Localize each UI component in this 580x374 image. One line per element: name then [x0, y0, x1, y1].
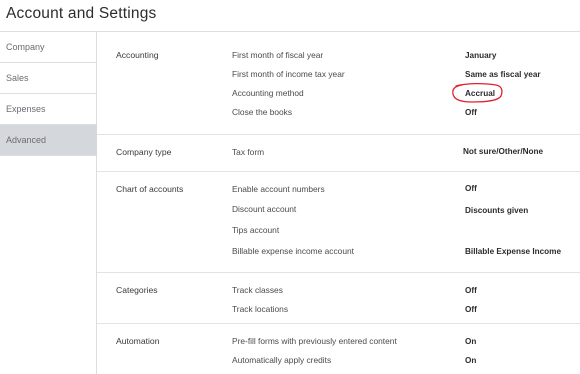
setting-label: Discount account [232, 204, 297, 214]
setting-label: Track locations [232, 304, 289, 314]
categories-section[interactable]: Categories Track classes Off Track locat… [97, 273, 580, 324]
section-label: Categories [116, 285, 158, 295]
setting-label: Track classes [232, 285, 283, 295]
settings-sidebar: Company Sales Expenses Advanced [0, 32, 97, 374]
setting-value: On [465, 337, 477, 346]
accounting-section[interactable]: Accounting First month of fiscal year Ja… [97, 32, 580, 135]
sidebar-item-company[interactable]: Company [0, 32, 97, 63]
setting-value: Off [465, 184, 477, 193]
setting-label: First month of fiscal year [232, 50, 324, 60]
setting-value: Same as fiscal year [465, 70, 541, 79]
sidebar-item-sales[interactable]: Sales [0, 63, 97, 94]
setting-value: Accrual [465, 89, 496, 98]
setting-label: First month of income tax year [232, 69, 345, 79]
setting-label: Billable expense income account [232, 246, 354, 256]
section-label: Chart of accounts [116, 184, 184, 194]
setting-label: Tips account [232, 225, 280, 235]
section-label: Automation [116, 336, 160, 346]
setting-value: Billable Expense Income [465, 247, 562, 256]
section-label: Accounting [116, 50, 159, 60]
setting-value: Off [465, 286, 477, 295]
setting-label: Automatically apply credits [232, 355, 332, 365]
setting-label: Accounting method [232, 88, 304, 98]
chart-of-accounts-section[interactable]: Chart of accounts Enable account numbers… [97, 172, 580, 273]
setting-value: January [465, 51, 497, 60]
company-type-section[interactable]: Company type Tax form Not sure/Other/Non… [97, 135, 580, 172]
setting-label: Enable account numbers [232, 184, 325, 194]
setting-label: Close the books [232, 107, 293, 117]
setting-value: Not sure/Other/None [463, 147, 544, 156]
setting-value: Off [465, 108, 477, 117]
automation-section[interactable]: Automation Pre-fill forms with previousl… [97, 324, 580, 374]
page-title: Account and Settings [6, 5, 157, 22]
setting-value: Discounts given [465, 206, 529, 215]
setting-value: Off [465, 305, 477, 314]
section-label: Company type [116, 147, 172, 157]
setting-label: Pre-fill forms with previously entered c… [232, 336, 397, 346]
setting-value: On [465, 356, 477, 365]
setting-label: Tax form [232, 147, 265, 157]
sidebar-item-advanced[interactable]: Advanced [0, 125, 97, 156]
sidebar-item-expenses[interactable]: Expenses [0, 94, 97, 125]
